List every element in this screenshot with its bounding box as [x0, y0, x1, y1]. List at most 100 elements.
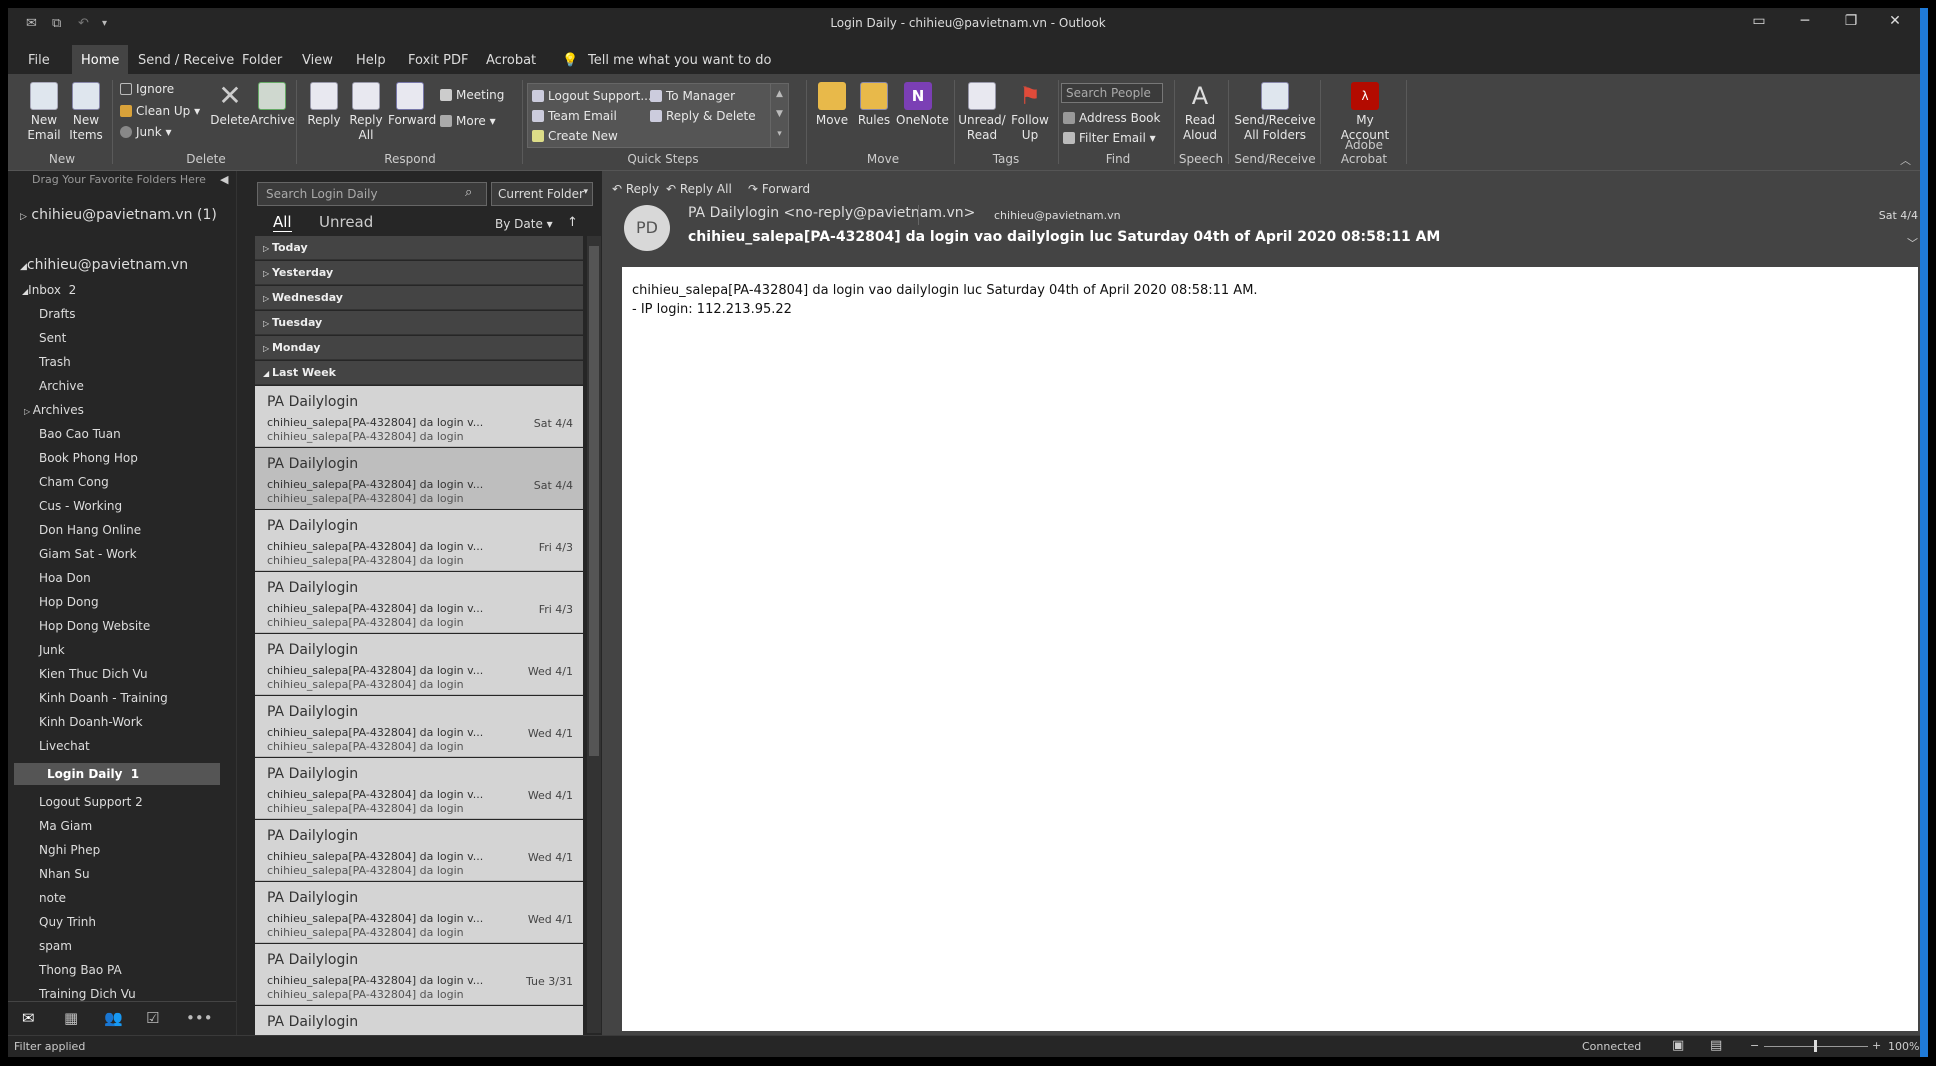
follow-up-button[interactable]: ⚑ Follow Up: [1008, 80, 1052, 143]
folder-item[interactable]: Hoa Don: [39, 571, 91, 585]
account-expanded[interactable]: ◢chihieu@pavietnam.vn: [20, 257, 188, 273]
more-apps-icon[interactable]: •••: [186, 1009, 213, 1027]
quick-step-create-new[interactable]: Create New: [532, 129, 618, 143]
tab-acrobat[interactable]: Acrobat: [480, 49, 542, 72]
tab-home[interactable]: Home: [72, 45, 129, 74]
new-items-button[interactable]: New Items: [64, 80, 108, 143]
message-item[interactable]: PA Dailylogin chihieu_salepa[PA-432804] d…: [255, 882, 583, 943]
quick-step-logout-support[interactable]: Logout Support...: [532, 89, 652, 103]
quick-step-to-manager[interactable]: To Manager: [650, 89, 735, 103]
tab-file[interactable]: File: [22, 49, 56, 72]
message-item[interactable]: PA Dailylogin chihieu_salepa[PA-432804] d…: [255, 448, 583, 509]
date-group-header[interactable]: ▷ Tuesday: [255, 311, 583, 335]
people-icon[interactable]: 👥: [104, 1009, 123, 1027]
filter-unread-tab[interactable]: Unread: [319, 213, 373, 231]
scrollbar[interactable]: [587, 236, 601, 1033]
meeting-button[interactable]: Meeting: [440, 88, 504, 102]
message-item[interactable]: PA Dailylogin chihieu_salepa[PA-432804] d…: [255, 572, 583, 633]
folder-item[interactable]: Bao Cao Tuan: [39, 427, 121, 441]
folder-item[interactable]: Sent: [39, 331, 66, 345]
folder-item[interactable]: Kinh Doanh - Training: [39, 691, 168, 705]
read-aloud-button[interactable]: A Read Aloud: [1178, 80, 1222, 143]
new-email-button[interactable]: New Email: [22, 80, 66, 143]
delete-button[interactable]: ✕ Delete: [208, 80, 252, 128]
folder-item[interactable]: Book Phong Hop: [39, 451, 138, 465]
folder-item[interactable]: Training Dich Vu: [39, 987, 136, 1001]
move-button[interactable]: Move: [810, 80, 854, 128]
folder-item[interactable]: Don Hang Online: [39, 523, 141, 537]
zoom-slider-thumb[interactable]: [1814, 1040, 1817, 1052]
expand-header-icon[interactable]: ﹀: [1907, 235, 1918, 251]
sort-by-dropdown[interactable]: By Date ▾: [495, 217, 553, 231]
calendar-icon[interactable]: ▦: [64, 1009, 78, 1027]
search-input[interactable]: Search Login Daily: [257, 182, 487, 206]
folder-item[interactable]: Ma Giam: [39, 819, 92, 833]
message-item[interactable]: PA Dailylogin chihieu_salepa[PA-432804] d…: [255, 820, 583, 881]
folder-item[interactable]: ▷ Archives: [24, 403, 84, 417]
folder-item[interactable]: Logout Support 2: [39, 795, 143, 809]
tab-view[interactable]: View: [296, 49, 339, 72]
clean-up-button[interactable]: Clean Up ▾: [120, 104, 200, 118]
search-people-input[interactable]: Search People: [1061, 83, 1163, 103]
tab-send-receive[interactable]: Send / Receive: [132, 49, 240, 72]
recipient[interactable]: chihieu@pavietnam.vn: [994, 209, 1121, 222]
address-book-button[interactable]: Address Book: [1063, 111, 1160, 125]
date-group-header[interactable]: ▷ Wednesday: [255, 286, 583, 310]
message-item[interactable]: PA Dailylogin chihieu_salepa[PA-432804] d…: [255, 510, 583, 571]
folder-item[interactable]: Junk: [39, 643, 65, 657]
zoom-out-icon[interactable]: −: [1750, 1039, 1759, 1052]
reply-all-button[interactable]: Reply All: [344, 80, 388, 143]
junk-button[interactable]: Junk ▾: [120, 125, 172, 139]
reply-button[interactable]: Reply: [302, 80, 346, 128]
filter-email-button[interactable]: Filter Email ▾: [1063, 131, 1156, 145]
tab-help[interactable]: Help: [350, 49, 392, 72]
folder-item[interactable]: Cus - Working: [39, 499, 122, 513]
message-item[interactable]: PA Dailylogin chihieu_salepa[PA-432804] d…: [255, 758, 583, 819]
tell-me-search[interactable]: Tell me what you want to do: [582, 49, 777, 72]
ignore-button[interactable]: Ignore: [120, 82, 174, 96]
tab-foxit-pdf[interactable]: Foxit PDF: [402, 49, 474, 72]
filter-all-tab[interactable]: All: [273, 213, 292, 232]
rules-button[interactable]: Rules: [852, 80, 896, 128]
date-group-header[interactable]: ▷ Today: [255, 236, 583, 260]
reading-view-icon[interactable]: ▤: [1710, 1038, 1722, 1053]
folder-item[interactable]: Nghi Phep: [39, 843, 100, 857]
folder-item[interactable]: Hop Dong Website: [39, 619, 150, 633]
collapse-pane-icon[interactable]: ◀: [220, 173, 228, 186]
minimize-icon[interactable]: ─: [1794, 13, 1816, 33]
message-item[interactable]: PA Dailylogin chihieu_salepa[PA-432804] d…: [255, 634, 583, 695]
search-icon[interactable]: ⌕: [465, 185, 472, 200]
forward-button[interactable]: Forward: [388, 80, 436, 128]
reading-forward-button[interactable]: ↷ Forward: [748, 182, 810, 196]
close-icon[interactable]: ✕: [1884, 13, 1906, 33]
folder-item[interactable]: Trash: [39, 355, 71, 369]
tasks-icon[interactable]: ☑: [146, 1009, 159, 1027]
folder-item[interactable]: Hop Dong: [39, 595, 99, 609]
mail-icon[interactable]: ✉: [22, 1009, 35, 1027]
reading-reply-all-button[interactable]: ↶ Reply All: [666, 182, 732, 196]
message-item[interactable]: PA Dailylogin chihieu_salepa[PA-432804] d…: [255, 944, 583, 1005]
folder-login-daily-selected[interactable]: Login Daily 1: [14, 763, 220, 785]
account-collapsed[interactable]: ▷ chihieu@pavietnam.vn (1): [20, 207, 217, 223]
collapse-ribbon-icon[interactable]: ︿: [1900, 152, 1911, 168]
folder-item[interactable]: Drafts: [39, 307, 76, 321]
folder-inbox[interactable]: ◢Inbox 2: [22, 283, 76, 297]
folder-item[interactable]: Quy Trinh: [39, 915, 96, 929]
quick-step-team-email[interactable]: Team Email: [532, 109, 617, 123]
zoom-in-icon[interactable]: +: [1872, 1039, 1881, 1052]
ribbon-display-icon[interactable]: ▭: [1748, 13, 1770, 33]
unread-read-button[interactable]: Unread/ Read: [958, 80, 1006, 143]
date-group-header[interactable]: ▷ Yesterday: [255, 261, 583, 285]
tab-folder[interactable]: Folder: [236, 49, 288, 72]
folder-item[interactable]: note: [39, 891, 66, 905]
more-respond-button[interactable]: More ▾: [440, 114, 496, 128]
scroll-thumb[interactable]: [589, 246, 599, 756]
quick-steps-scroll[interactable]: ▲ ▼ ▾: [770, 84, 788, 147]
normal-view-icon[interactable]: ▣: [1672, 1038, 1684, 1053]
my-account-button[interactable]: λ My Account: [1340, 80, 1390, 143]
quick-step-reply-delete[interactable]: Reply & Delete: [650, 109, 756, 123]
message-item[interactable]: PA Dailylogin chihieu_salepa[PA-432804] d…: [255, 386, 583, 447]
onenote-button[interactable]: N OneNote: [896, 80, 949, 128]
folder-item[interactable]: Livechat: [39, 739, 90, 753]
search-scope-dropdown[interactable]: Current Folder ▾: [491, 182, 593, 206]
